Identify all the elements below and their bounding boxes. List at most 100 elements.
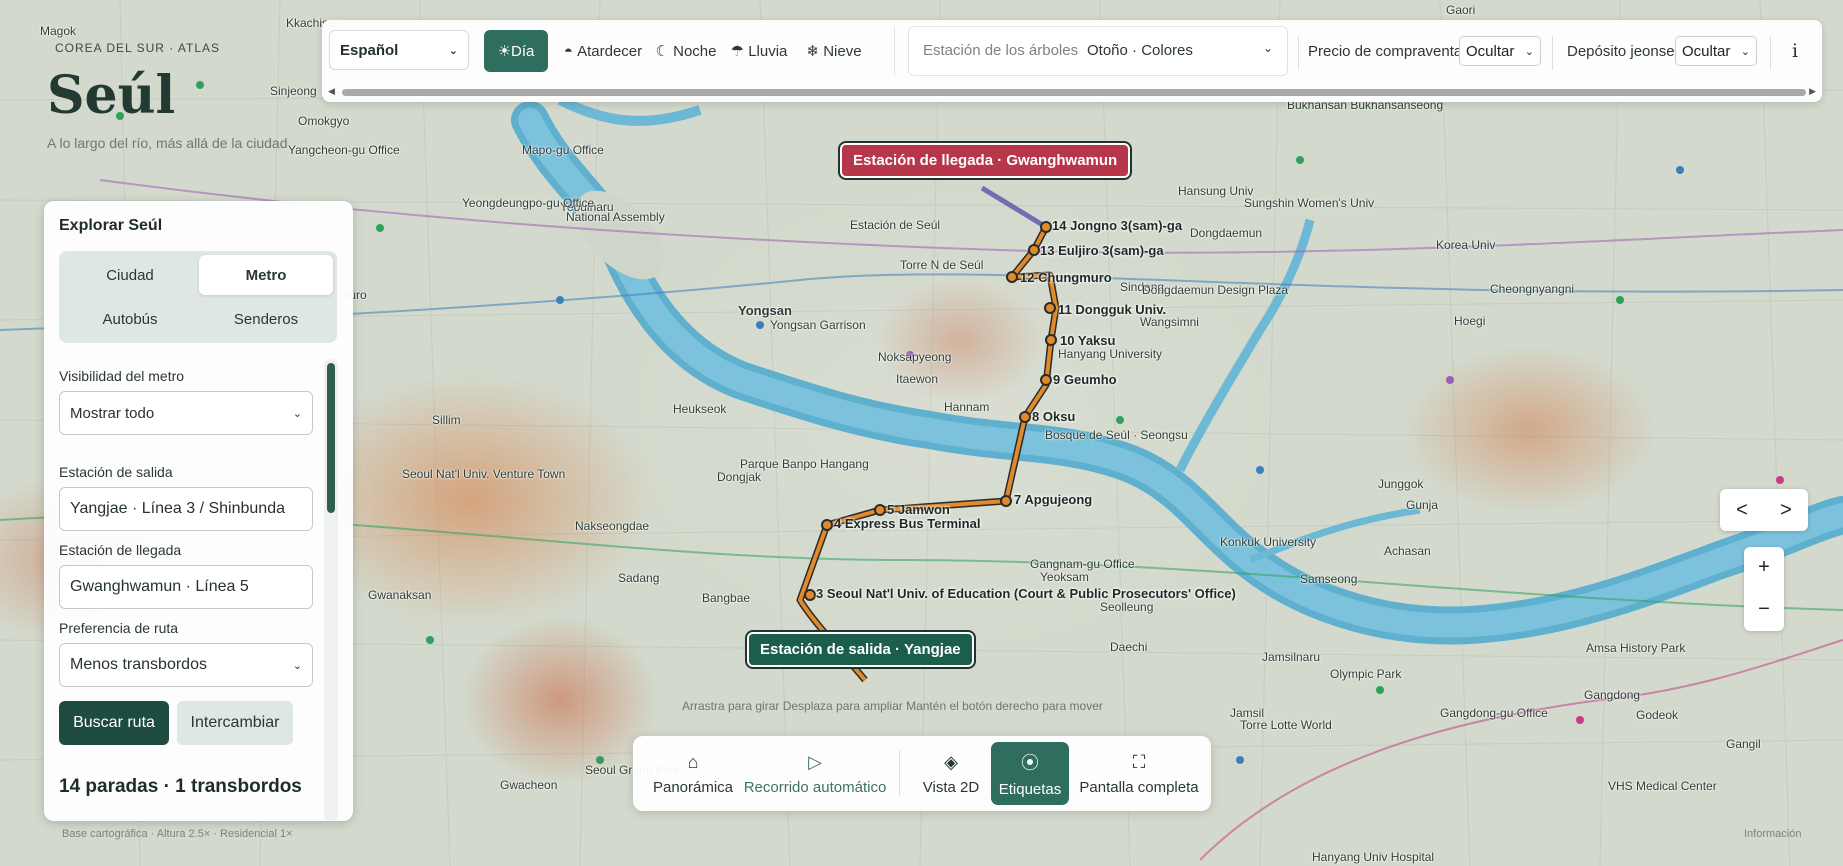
swap-stations-button[interactable]: Intercambiar: [177, 701, 293, 745]
departure-station-label: Estación de salida: [59, 464, 173, 480]
route-station-label: 14 Jongno 3(sam)-ga: [1052, 218, 1183, 233]
map-place-label: Parque Banpo Hangang: [740, 457, 869, 471]
weather-rain-button[interactable]: ☂ Lluvia: [723, 30, 795, 72]
map-place-label: Wangsimni: [1140, 315, 1199, 329]
map-place-label: Sungshin Women's Univ: [1244, 196, 1375, 210]
map-place-label: Bosque de Seúl · Seongsu: [1045, 428, 1188, 442]
zoom-in-button[interactable]: +: [1744, 547, 1784, 587]
mode-bus-button[interactable]: Autobús: [63, 299, 197, 339]
chevron-down-icon: ⌄: [292, 659, 302, 672]
departure-callout[interactable]: Estación de salida · Yangjae: [747, 632, 974, 667]
home-icon: ⌂: [687, 751, 699, 772]
sale-price-value: Ocultar: [1466, 42, 1515, 60]
map-place-label: Sadang: [618, 571, 660, 585]
weather-day-button[interactable]: ☀ Día: [484, 30, 548, 72]
auto-tour-button[interactable]: ▷ Recorrido automático: [743, 742, 887, 805]
map-place-label: Dongdaemun: [1190, 226, 1263, 240]
zoom-controls: + −: [1744, 547, 1784, 631]
map-place-label: Achasan: [1384, 544, 1431, 558]
toolbar-scrollbar[interactable]: ◀ ▶: [328, 86, 1816, 98]
zoom-out-button[interactable]: −: [1744, 589, 1784, 629]
language-select[interactable]: Español ⌄: [329, 30, 469, 70]
bottom-toolbar: ⌂ Panorámica ▷ Recorrido automático ◈ Vi…: [633, 736, 1211, 811]
route-preference-label: Preferencia de ruta: [59, 620, 179, 636]
mode-selector: Ciudad Metro Autobús Senderos: [59, 251, 337, 343]
divider: [1770, 36, 1771, 70]
sale-price-select[interactable]: Ocultar ⌄: [1459, 36, 1541, 66]
mode-trails-button[interactable]: Senderos: [199, 299, 333, 339]
weather-mode-group: ☀ Día ◓ Atardecer ☾ Noche ☂ Lluvia ❄ Niev…: [479, 26, 895, 76]
weather-snow-button[interactable]: ❄ Nieve: [800, 30, 868, 72]
auto-tour-label: Recorrido automático: [743, 778, 887, 796]
divider: [899, 750, 900, 796]
scroll-left-icon[interactable]: ◀: [328, 86, 335, 97]
map-place-label: Torre Lotte World: [1240, 718, 1332, 732]
search-route-button[interactable]: Buscar ruta: [59, 701, 169, 745]
map-place-label: Dongjak: [717, 470, 762, 484]
map-place-label: Hanyang University: [1058, 347, 1163, 361]
language-value: Español: [340, 41, 399, 59]
weather-sunset-button[interactable]: ◓ Atardecer: [557, 30, 649, 72]
rotate-right-button[interactable]: >: [1766, 490, 1806, 530]
map-place-label: Hoegi: [1454, 314, 1486, 328]
rotate-left-button[interactable]: <: [1722, 490, 1762, 530]
route-station-label: 9 Geumho: [1053, 372, 1117, 387]
panorama-button[interactable]: ⌂ Panorámica: [641, 742, 745, 805]
map-place-label: Gangdong-gu Office: [1440, 706, 1548, 720]
sale-price-label: Precio de compraventa: [1308, 43, 1463, 60]
mode-metro-button[interactable]: Metro: [199, 255, 333, 295]
page-title: Seúl: [47, 65, 176, 126]
mode-city-button[interactable]: Ciudad: [63, 255, 197, 295]
map-place-label: Mapo-gu Office: [522, 143, 604, 157]
divider: [1552, 36, 1553, 70]
map-place-label: Nakseongdae: [575, 519, 650, 533]
map-place-label: Jamsilnaru: [1262, 650, 1321, 664]
map-place-label: Itaewon: [896, 372, 939, 386]
departure-station-input[interactable]: Yangjae · Línea 3 / Shinbunda: [59, 487, 313, 531]
metro-visibility-select[interactable]: Mostrar todo ⌄: [59, 391, 313, 435]
map-info-link[interactable]: Información: [1744, 828, 1801, 840]
toolbar-scroll-thumb[interactable]: [342, 89, 1806, 96]
layers-icon: ◈: [944, 751, 958, 772]
map-place-label: Yeoksam: [1040, 570, 1089, 584]
route-station-label: 10 Yaksu: [1060, 333, 1116, 348]
map-place-label: Seoul Nat'l Univ. Venture Town: [402, 467, 566, 481]
map-place-label: Konkuk University: [1220, 535, 1317, 549]
divider: [1298, 36, 1299, 70]
map-place-label: Seolleung: [1100, 600, 1154, 614]
labels-button[interactable]: ⦿ Etiquetas: [991, 742, 1069, 805]
map-place-label: Hannam: [944, 400, 990, 414]
map-place-label: Yangcheon-gu Office: [288, 143, 400, 157]
chevron-down-icon: ⌄: [1524, 45, 1534, 58]
map-place-label: Noksapyeong: [878, 350, 952, 364]
tree-season-select[interactable]: Estación de los árboles Otoño · Colores …: [908, 26, 1288, 76]
arrival-station-input[interactable]: Gwanghwamun · Línea 5: [59, 565, 313, 609]
rotate-controls: < >: [1720, 489, 1808, 531]
chevron-down-icon: ⌄: [1740, 45, 1750, 58]
route-station-label: 13 Euljiro 3(sam)-ga: [1040, 243, 1164, 258]
arrival-callout[interactable]: Estación de llegada · Gwanghwamun: [840, 143, 1131, 178]
info-icon[interactable]: i: [1792, 40, 1798, 62]
map-place-label: Gaori: [1446, 3, 1476, 17]
scroll-right-icon[interactable]: ▶: [1809, 86, 1816, 97]
snowflake-icon: ❄: [806, 43, 820, 60]
weather-night-button[interactable]: ☾ Noche: [652, 30, 720, 72]
map-pin-icon: ⦿: [1021, 753, 1039, 773]
map-place-label: Estación de Seúl: [850, 218, 941, 232]
view-2d-button[interactable]: ◈ Vista 2D: [911, 742, 991, 805]
explore-panel: Explorar Seúl Ciudad Metro Autobús Sende…: [44, 201, 353, 821]
map-place-label: Bangbae: [702, 591, 751, 605]
jeonse-deposit-select[interactable]: Ocultar ⌄: [1675, 36, 1757, 66]
panel-scrollbar[interactable]: [324, 359, 338, 821]
route-preference-select[interactable]: Menos transbordos ⌄: [59, 643, 313, 687]
panel-scroll-thumb[interactable]: [327, 363, 335, 513]
fullscreen-button[interactable]: ⛶ Pantalla completa: [1077, 742, 1201, 805]
map-place-label: Amsa History Park: [1586, 641, 1686, 655]
route-station-label: 11 Dongguk Univ.: [1058, 302, 1167, 317]
route-station-label: 4 Express Bus Terminal: [834, 516, 981, 531]
tree-season-label: Estación de los árboles: [923, 42, 1079, 59]
chevron-down-icon: ⌄: [448, 44, 458, 57]
map-place-label: Godeok: [1636, 708, 1679, 722]
route-station-label: 5 Jamwon: [887, 502, 950, 517]
tree-season-value: Otoño · Colores: [1087, 42, 1193, 59]
